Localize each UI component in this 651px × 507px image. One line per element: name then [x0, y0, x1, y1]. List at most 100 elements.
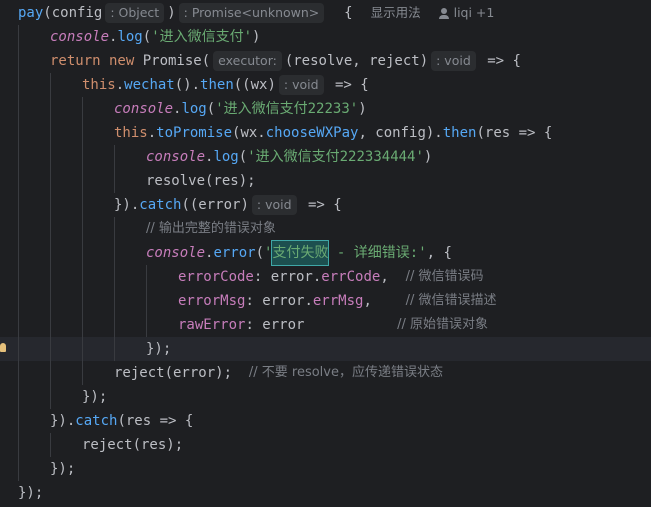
- code-line[interactable]: this. toPromise (wx. chooseWXPay, config). t…: [0, 121, 651, 145]
- code-token: (: [255, 245, 265, 261]
- indent-guide: [82, 145, 83, 169]
- code-content: console. log('进入微信支付22233'): [114, 97, 367, 121]
- code-line[interactable]: rawError: error // 原始错误对象: [0, 313, 651, 337]
- indent-guide: [18, 193, 19, 217]
- indent-guide: [18, 97, 19, 121]
- console-token: console: [146, 245, 206, 261]
- code-line[interactable]: }). catch (res => {: [0, 409, 651, 433]
- code-content: errorCode: error. errCode, // 微信错误码: [178, 265, 484, 289]
- indent-guide: [50, 97, 51, 121]
- indent-guide: [114, 217, 115, 241]
- string-token: '进入微信支付22233': [215, 101, 359, 117]
- code-token: }).: [50, 413, 76, 429]
- indent-guide: [50, 217, 51, 241]
- code-line[interactable]: });: [0, 457, 651, 481]
- selected-text: 支付失败: [271, 240, 330, 266]
- code-token: (: [142, 29, 152, 45]
- keyword-token: this: [114, 125, 148, 141]
- indent-guide: [18, 409, 19, 433]
- code-line[interactable]: return new Promise(executor: (resolve, re…: [0, 49, 651, 73]
- indent-guide: [18, 361, 19, 385]
- code-line[interactable]: // 输出完整的错误对象: [0, 217, 651, 241]
- indent-guide: [114, 337, 115, 361]
- property-token: errorCode: [178, 269, 254, 285]
- indent-guide: [114, 241, 115, 265]
- indent-guide: [18, 313, 19, 337]
- code-line[interactable]: }). catch ((error): void => {: [0, 193, 651, 217]
- code-token: ): [423, 149, 433, 165]
- indent-guide: [18, 337, 19, 361]
- code-content: rawError: error // 原始错误对象: [178, 313, 488, 337]
- indent-guide: [50, 145, 51, 169]
- string-token: - 详细错误:': [328, 245, 427, 261]
- function-token: wechat: [124, 77, 175, 93]
- code-line[interactable]: errorMsg: error. errMsg, // 微信错误描述: [0, 289, 651, 313]
- indent-guide: [50, 337, 51, 361]
- code-line[interactable]: errorCode: error. errCode, // 微信错误码: [0, 265, 651, 289]
- keyword-token: return new: [50, 53, 143, 69]
- indent-guide: [82, 337, 83, 361]
- code-line[interactable]: reject(res);: [0, 433, 651, 457]
- indent-guide: [50, 169, 51, 193]
- indent-guide: [50, 73, 51, 97]
- code-line[interactable]: console. log('进入微信支付22233'): [0, 97, 651, 121]
- function-token: log: [117, 29, 143, 45]
- author-hint[interactable]: liqi +1: [438, 1, 494, 25]
- indent-guide: [82, 313, 83, 337]
- code-token: => {: [326, 77, 369, 93]
- code-line[interactable]: });: [0, 481, 651, 505]
- indent-guide: [114, 265, 115, 289]
- code-token: });: [18, 485, 44, 501]
- inlay-type-hint: : void: [278, 75, 324, 95]
- code-line[interactable]: console. log('进入微信支付'): [0, 25, 651, 49]
- lightbulb-icon[interactable]: [0, 343, 6, 352]
- function-token: catch: [75, 413, 118, 429]
- code-line[interactable]: });: [0, 385, 651, 409]
- code-content: return new Promise(executor: (resolve, re…: [50, 49, 521, 73]
- code-line[interactable]: });: [0, 337, 651, 361]
- indent-guide: [50, 121, 51, 145]
- code-token: (: [238, 149, 248, 165]
- code-token: .: [109, 29, 118, 45]
- inlay-type-hint: : Promise<unknown>: [178, 3, 325, 23]
- code-line[interactable]: console. log('进入微信支付222334444'): [0, 145, 651, 169]
- code-token: : error.: [253, 269, 322, 285]
- code-content: });: [18, 481, 43, 505]
- indent-guide: [18, 265, 19, 289]
- code-token: });: [146, 341, 172, 357]
- code-content: console. log('进入微信支付'): [50, 25, 260, 49]
- code-token: , {: [426, 245, 452, 261]
- indent-guide: [18, 169, 19, 193]
- show-usages-link[interactable]: 显示用法: [371, 1, 421, 25]
- indent-guide: [50, 433, 51, 457]
- code-line[interactable]: pay (config: Object): Promise<unknown> {显…: [0, 1, 651, 25]
- indent-guide: [50, 289, 51, 313]
- indent-guide: [18, 457, 19, 481]
- indent-guide: [50, 385, 51, 409]
- function-token: then: [200, 77, 234, 93]
- indent-guide: [82, 241, 83, 265]
- code-token: .: [173, 101, 182, 117]
- indent-guide: [82, 265, 83, 289]
- code-line[interactable]: console. error(' 支付失败 - 详细错误:', {: [0, 240, 651, 266]
- property-token: errorMsg: [178, 293, 246, 309]
- indent-guide: [114, 313, 115, 337]
- indent-guide: [82, 361, 83, 385]
- code-editor[interactable]: pay (config: Object): Promise<unknown> {显…: [0, 0, 651, 507]
- function-token: chooseWXPay: [265, 125, 359, 141]
- code-token: ().: [174, 77, 201, 93]
- indent-guide: [18, 121, 19, 145]
- indent-guide: [18, 25, 19, 49]
- code-line[interactable]: this. wechat (). then ((wx): void => {: [0, 73, 651, 97]
- indent-guide: [50, 241, 51, 265]
- code-line[interactable]: resolve(res);: [0, 169, 651, 193]
- function-token: pay: [18, 5, 44, 21]
- indent-guide: [18, 241, 19, 265]
- inlay-type-hint: : void: [431, 51, 476, 71]
- code-line[interactable]: reject(error); // 不要 resolve，应传递错误状态: [0, 361, 651, 385]
- console-token: console: [146, 149, 206, 165]
- code-token: });: [50, 461, 76, 477]
- code-content: reject(error); // 不要 resolve，应传递错误状态: [114, 361, 443, 385]
- indent-guide: [18, 49, 19, 73]
- indent-guide: [18, 385, 19, 409]
